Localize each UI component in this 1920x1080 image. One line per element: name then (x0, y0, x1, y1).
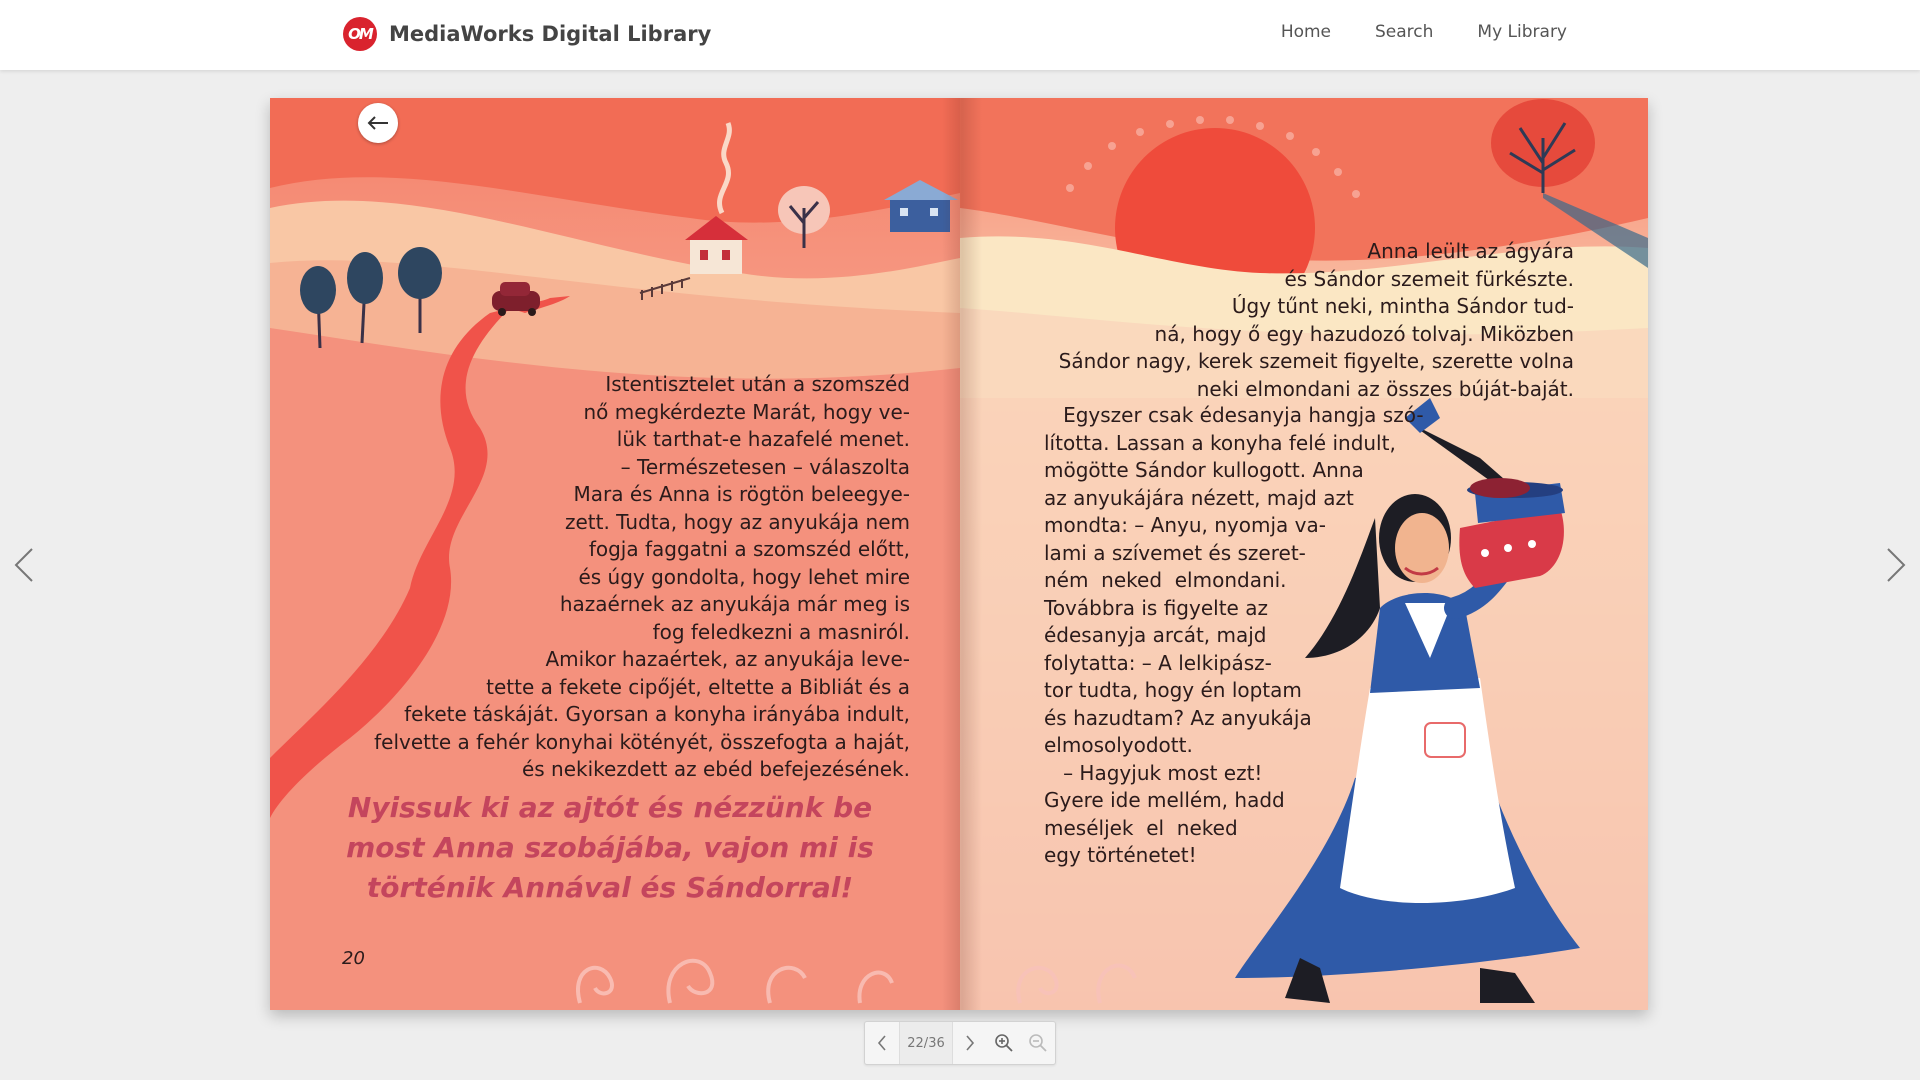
reader-toolbar: 22/36 (864, 1021, 1056, 1065)
next-page-button[interactable] (953, 1022, 987, 1064)
right-page-text-top: Anna leült az ágyára és Sándor szemeit f… (1058, 239, 1574, 401)
right-page: Anna leült az ágyára és Sándor szemeit f… (960, 98, 1648, 1010)
nav-search-link[interactable]: Search (1375, 22, 1433, 42)
left-page-text: Istentisztelet után a szomszéd nő megkér… (374, 372, 910, 781)
library-logo-icon: OM (343, 17, 377, 51)
previous-page-arrow-icon[interactable] (12, 545, 36, 585)
left-page: Istentisztelet után a szomszéd nő megkér… (270, 98, 960, 1010)
back-button[interactable] (358, 103, 398, 143)
previous-page-button[interactable] (865, 1022, 899, 1064)
right-page-text-body: Egyszer csak édesanyja hangja szó- lítot… (1044, 403, 1424, 867)
nav-my-library-link[interactable]: My Library (1477, 22, 1567, 42)
chevron-right-icon (966, 1035, 975, 1051)
chevron-left-icon (877, 1035, 886, 1051)
left-page-emphasis: Nyissuk ki az ajtót és nézzünk be most A… (346, 791, 874, 904)
zoom-in-button[interactable] (987, 1022, 1021, 1064)
top-bar: OM MediaWorks Digital Library Home Searc… (0, 0, 1920, 70)
zoom-out-icon (1029, 1034, 1047, 1052)
zoom-out-button[interactable] (1021, 1022, 1055, 1064)
page-indicator: 22/36 (899, 1022, 953, 1064)
zoom-in-icon (995, 1034, 1013, 1052)
book-spread: Istentisztelet után a szomszéd nő megkér… (270, 98, 1648, 1010)
library-title: MediaWorks Digital Library (389, 22, 712, 46)
page-number: 20 (342, 948, 365, 969)
back-arrow-icon (367, 116, 388, 130)
brand[interactable]: OM MediaWorks Digital Library (343, 16, 711, 52)
next-page-arrow-icon[interactable] (1884, 545, 1908, 585)
main-nav: Home Search My Library (1281, 22, 1567, 42)
nav-home-link[interactable]: Home (1281, 22, 1331, 42)
book-gutter (942, 98, 982, 1010)
